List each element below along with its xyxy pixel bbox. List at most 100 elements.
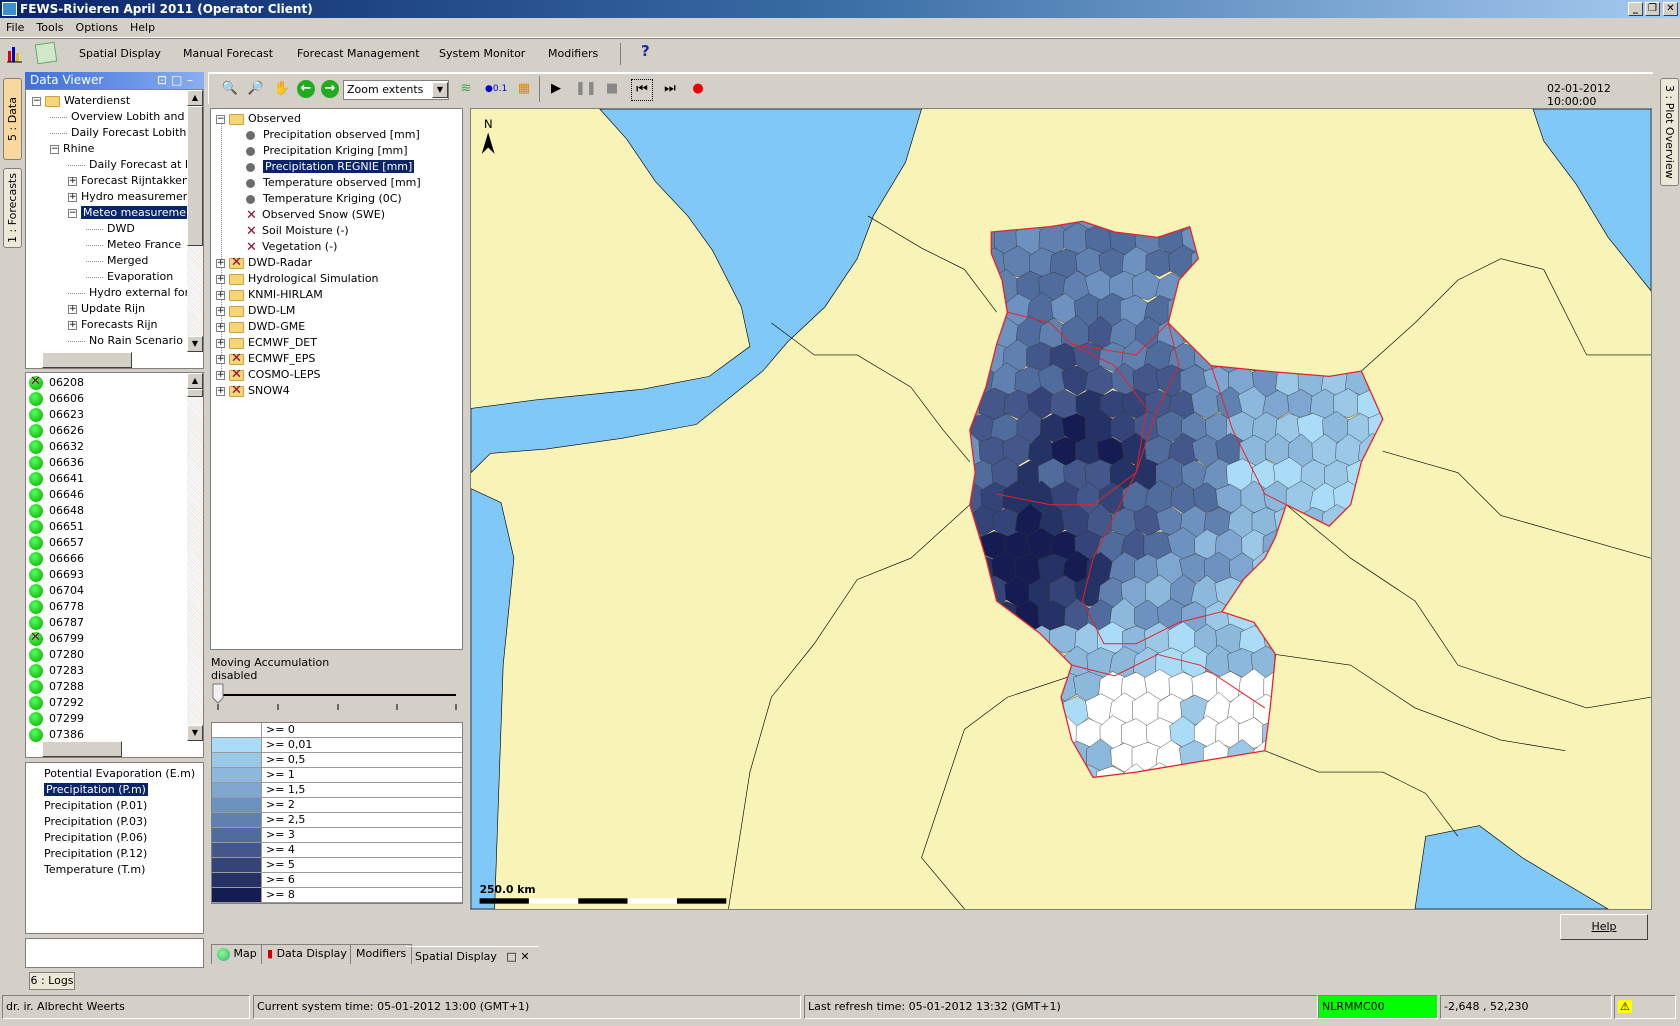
zoom-extents-select[interactable]: Zoom extents ▼ <box>343 80 449 100</box>
layer-item[interactable]: + ✕ COSMO-LEPS <box>216 367 320 382</box>
zoom-in-icon[interactable]: 🔍 <box>221 80 239 98</box>
expand-icon[interactable]: + <box>68 304 77 314</box>
modifiers-button[interactable]: Modifiers <box>548 47 598 60</box>
tab-modifiers[interactable]: Modifiers <box>350 944 413 964</box>
filter-box[interactable] <box>25 938 204 968</box>
layer-item[interactable]: + DWD-LM <box>216 303 295 318</box>
scroll-down-button[interactable]: ▼ <box>187 336 203 352</box>
layer-item[interactable]: + ✕ ECMWF_EPS <box>216 351 315 366</box>
scroll-thumb[interactable] <box>187 389 203 397</box>
undock-icon[interactable]: ⊡ <box>157 72 167 89</box>
zoom-out-icon[interactable]: 🔎 <box>247 80 265 98</box>
location-item[interactable]: 06778 <box>29 599 84 614</box>
menu-tools[interactable]: Tools <box>30 18 69 34</box>
parameter-item[interactable]: Precipitation (P.03) <box>44 814 147 829</box>
expand-icon[interactable]: + <box>68 320 77 330</box>
layer-item[interactable]: Temperature Kriging (0C) <box>246 191 402 206</box>
spatial-display-button[interactable]: Spatial Display <box>79 47 161 60</box>
minimize-panel-icon[interactable]: – <box>187 72 193 89</box>
time-slider[interactable] <box>721 74 1551 104</box>
location-item[interactable]: 06666 <box>29 551 84 566</box>
record-icon[interactable]: ● <box>689 80 707 98</box>
tree-item[interactable]: Hydro external fore <box>68 285 196 300</box>
tree-item[interactable]: + Forecasts Rijn <box>68 317 158 332</box>
location-item[interactable]: 06693 <box>29 567 84 582</box>
tree-item[interactable]: Meteo France <box>86 237 181 252</box>
back-arrow-icon[interactable]: ← <box>297 80 315 98</box>
pause-icon[interactable]: ❚❚ <box>575 80 597 98</box>
location-item[interactable]: 06704 <box>29 583 84 598</box>
expand-icon[interactable]: + <box>216 258 225 268</box>
close-button[interactable]: ✕ <box>1663 2 1678 16</box>
map-view[interactable]: N 250.0 km <box>470 108 1652 910</box>
map-canvas[interactable]: N 250.0 km <box>471 109 1651 909</box>
layer-item[interactable]: ✕ Observed Snow (SWE) <box>246 207 385 222</box>
collapse-icon[interactable]: − <box>32 96 41 106</box>
location-item[interactable]: 06787 <box>29 615 84 630</box>
tree-item[interactable]: + Forecast Rijntakken <box>68 173 189 188</box>
skip-to-end-icon[interactable]: ⏭ <box>661 80 679 98</box>
scroll-thumb[interactable] <box>187 106 203 246</box>
skip-to-start-icon[interactable]: ⏮ <box>631 79 653 101</box>
location-item[interactable]: 06799 <box>29 630 84 646</box>
maximize-view-icon[interactable]: □ <box>506 950 516 963</box>
help-icon[interactable]: ? <box>641 42 650 60</box>
collapse-icon[interactable]: − <box>50 144 59 154</box>
maximize-panel-icon[interactable]: □ <box>171 72 182 89</box>
location-item[interactable]: 07288 <box>29 679 84 694</box>
tree-item[interactable]: Overview Lobith and Si <box>50 109 198 124</box>
location-item[interactable]: 07292 <box>29 695 84 710</box>
play-icon[interactable]: ▶ <box>547 80 565 98</box>
layer-item[interactable]: + ✕ SNOW4 <box>216 383 290 398</box>
forecast-management-button[interactable]: Forecast Management <box>297 47 420 60</box>
scroll-up-button[interactable]: ▲ <box>187 90 203 106</box>
scroll-up-button[interactable]: ▲ <box>187 373 203 389</box>
parameter-item[interactable]: Precipitation (P.06) <box>44 830 147 845</box>
manual-forecast-button[interactable]: Manual Forecast <box>183 47 273 60</box>
location-item[interactable]: 06648 <box>29 503 84 518</box>
tree-item[interactable]: − Meteo measuremen <box>68 205 195 220</box>
location-item[interactable]: 07386 <box>29 727 84 742</box>
layer-item[interactable]: + DWD-GME <box>216 319 305 334</box>
location-item[interactable]: 07283 <box>29 663 84 678</box>
stop-icon[interactable]: ■ <box>603 80 621 98</box>
menu-help[interactable]: Help <box>124 18 161 34</box>
layer-item[interactable]: + Hydrological Simulation <box>216 271 379 286</box>
value-labels-toggle[interactable]: ●0.1 <box>485 84 507 94</box>
location-scrollbar[interactable] <box>187 373 203 741</box>
tree-item[interactable]: DWD <box>86 221 135 236</box>
expand-icon[interactable]: + <box>68 176 77 186</box>
expand-icon[interactable]: + <box>216 370 225 380</box>
minimize-button[interactable]: _ <box>1628 2 1643 16</box>
location-item[interactable]: 06651 <box>29 519 84 534</box>
chevron-down-icon[interactable]: ▼ <box>432 82 448 98</box>
expand-icon[interactable]: + <box>216 274 225 284</box>
tab-spatial-display[interactable]: Spatial Display □ ✕ <box>406 946 539 966</box>
horizontal-scroll-thumb[interactable] <box>42 741 122 757</box>
location-item[interactable]: 06606 <box>29 391 84 406</box>
warning-icon[interactable]: ⚠ <box>1614 995 1676 1019</box>
expand-icon[interactable]: + <box>216 354 225 364</box>
location-item[interactable]: 06641 <box>29 471 84 486</box>
close-view-icon[interactable]: ✕ <box>520 950 529 963</box>
forward-arrow-icon[interactable]: → <box>321 80 339 98</box>
menu-options[interactable]: Options <box>70 18 124 34</box>
tab-map[interactable]: Map <box>211 944 263 964</box>
location-item[interactable]: 07280 <box>29 647 84 662</box>
expand-icon[interactable]: + <box>216 306 225 316</box>
location-item[interactable]: 06636 <box>29 455 84 470</box>
tab-forecasts[interactable]: 1 : Forecasts <box>3 168 22 248</box>
horizontal-scroll-thumb[interactable] <box>42 352 132 368</box>
chart-icon[interactable] <box>6 45 24 63</box>
location-item[interactable]: 06208 <box>29 374 84 390</box>
tree-item[interactable]: Evaporation <box>86 269 173 284</box>
tree-item[interactable]: Merged <box>86 253 148 268</box>
collapse-icon[interactable]: − <box>216 114 225 124</box>
tree-item[interactable]: Daily Forecast Lobith ar <box>50 125 201 140</box>
parameter-item[interactable]: Temperature (T.m) <box>44 862 145 877</box>
location-item[interactable]: 06632 <box>29 439 84 454</box>
layer-item[interactable]: ✕ Vegetation (-) <box>246 239 337 254</box>
tree-item[interactable]: Daily Forecast at Lo <box>68 157 198 172</box>
layer-item[interactable]: + ECMWF_DET <box>216 335 317 350</box>
notepad-icon[interactable] <box>34 41 58 65</box>
